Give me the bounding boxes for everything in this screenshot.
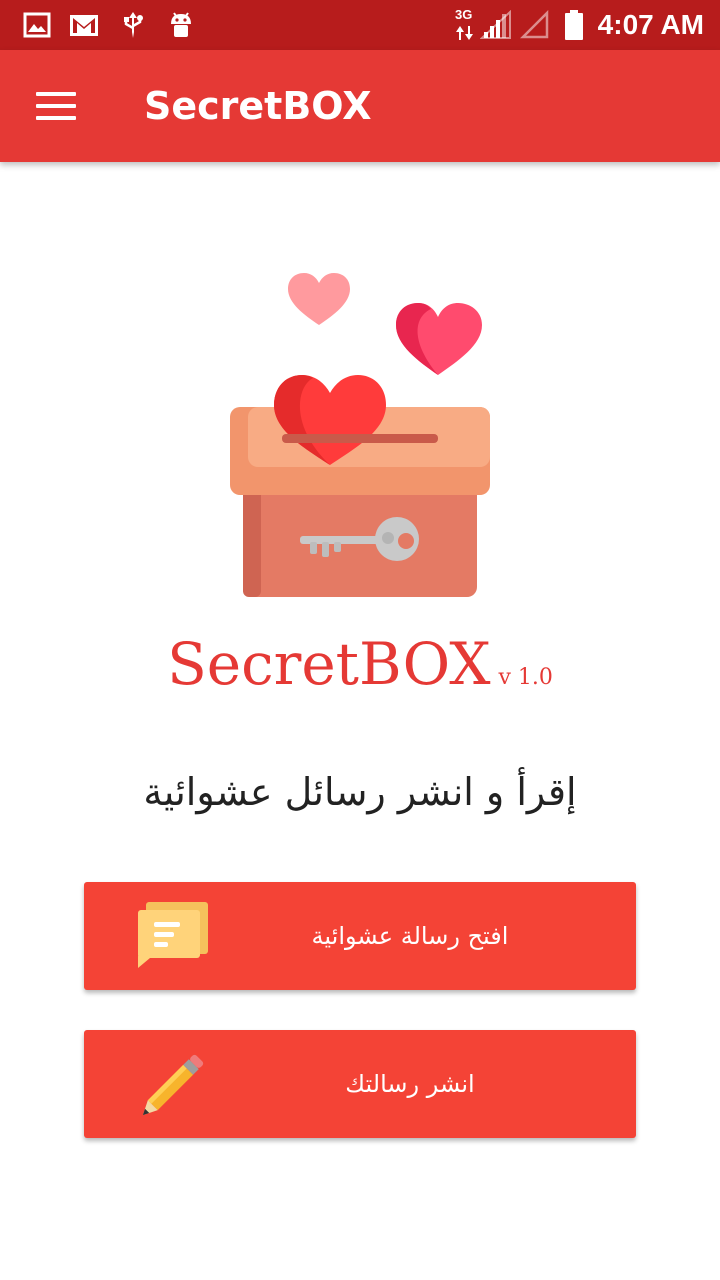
hamburger-menu-icon[interactable] <box>36 92 76 122</box>
app-bar: SecretBOX <box>0 50 720 162</box>
pencil-icon <box>142 1054 204 1116</box>
open-random-message-button[interactable]: افتح رسالة عشوائية <box>84 882 636 990</box>
brand-version: v 1.0 <box>498 665 553 690</box>
signal-icon <box>480 10 511 39</box>
publish-message-button[interactable]: انشر رسالتك <box>84 1030 636 1138</box>
signal-empty-icon <box>520 10 549 39</box>
publish-message-label: انشر رسالتك <box>345 1070 475 1098</box>
status-bar: 3G 4:07 AM <box>0 0 720 50</box>
battery-icon <box>565 10 583 40</box>
secret-box-hearts-key-icon <box>230 273 490 597</box>
open-random-message-label: افتح رسالة عشوائية <box>311 922 509 950</box>
tagline: إقرأ و انشر رسائل عشوائية <box>143 770 577 814</box>
data-arrows-icon <box>456 26 473 40</box>
image-icon <box>23 12 51 38</box>
app-title: SecretBOX <box>144 84 372 128</box>
clock: 4:07 AM <box>597 9 704 40</box>
messages-icon <box>138 902 208 968</box>
brand-name: SecretBOX <box>167 630 491 698</box>
brand-heading: SecretBOX v 1.0 <box>0 630 720 698</box>
usb-icon <box>124 12 143 38</box>
network-type-label: 3G <box>455 7 473 22</box>
gmail-icon <box>70 15 98 36</box>
android-icon <box>171 12 191 37</box>
